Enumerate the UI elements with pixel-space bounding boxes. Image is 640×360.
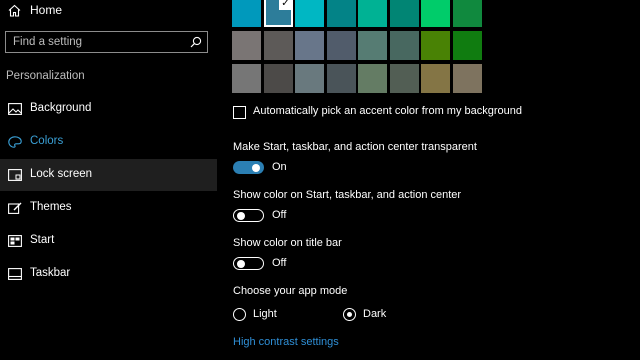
app-mode-label: Choose your app mode: [233, 285, 348, 297]
show-color-title-label: Show color on title bar: [233, 237, 342, 249]
color-swatch[interactable]: [389, 31, 419, 60]
start-icon: [8, 235, 22, 247]
home-link[interactable]: Home: [0, 0, 217, 22]
palette-icon: [8, 136, 22, 148]
checkmark-icon: ✓: [278, 0, 293, 10]
app-mode-light-label: Light: [253, 308, 277, 320]
app-mode-dark-label: Dark: [363, 308, 387, 320]
sidebar-item-label: Taskbar: [30, 267, 71, 279]
app-mode-light-radio[interactable]: [233, 308, 246, 321]
color-swatch[interactable]: [452, 31, 482, 60]
taskbar-icon: [8, 268, 22, 280]
show-color-start-toggle[interactable]: [233, 209, 264, 222]
sidebar-item-themes[interactable]: Themes: [0, 192, 217, 224]
sidebar-item-label: Background: [30, 102, 92, 114]
color-swatch[interactable]: [358, 31, 387, 60]
sidebar: Home Personalization Background Colors L…: [0, 0, 217, 360]
home-label: Home: [30, 3, 63, 17]
color-swatch[interactable]: [421, 0, 450, 27]
color-swatch[interactable]: [295, 64, 324, 93]
toggle-knob: [237, 211, 245, 220]
color-swatch[interactable]: [326, 0, 356, 27]
sidebar-item-label: Start: [30, 234, 55, 246]
color-swatch[interactable]: [452, 64, 482, 93]
sidebar-item-label: Lock screen: [30, 168, 93, 180]
sidebar-item-colors[interactable]: Colors: [0, 126, 217, 158]
home-icon: [8, 4, 21, 17]
toggle-knob: [252, 164, 260, 172]
show-color-start-state: Off: [272, 209, 287, 221]
toggle-knob: [237, 259, 245, 268]
search-input[interactable]: [13, 34, 183, 50]
color-swatch[interactable]: [263, 64, 293, 93]
show-color-title-state: Off: [272, 257, 287, 269]
sidebar-item-label: Themes: [30, 201, 72, 213]
search-icon[interactable]: [190, 36, 202, 48]
color-swatch[interactable]: [452, 0, 482, 27]
sidebar-item-lock-screen[interactable]: Lock screen: [0, 159, 217, 191]
color-swatch[interactable]: [358, 0, 387, 27]
color-swatch[interactable]: [326, 64, 356, 93]
sidebar-item-start[interactable]: Start: [0, 225, 217, 257]
auto-pick-accent-checkbox[interactable]: [233, 106, 246, 119]
sidebar-item-taskbar[interactable]: Taskbar: [0, 258, 217, 290]
color-swatch[interactable]: [421, 64, 450, 93]
color-swatch[interactable]: [232, 31, 261, 60]
transparency-state: On: [272, 161, 287, 173]
image-icon: [8, 103, 22, 115]
transparency-label: Make Start, taskbar, and action center t…: [233, 141, 477, 153]
search-box[interactable]: [5, 31, 208, 53]
color-swatch[interactable]: ✓: [263, 0, 293, 27]
color-swatch[interactable]: [389, 0, 419, 27]
color-swatch[interactable]: [263, 31, 293, 60]
color-swatch[interactable]: [326, 31, 356, 60]
transparency-toggle[interactable]: [233, 161, 264, 174]
themes-icon: [8, 202, 22, 214]
color-swatch[interactable]: [295, 31, 324, 60]
sidebar-item-background[interactable]: Background: [0, 93, 217, 125]
color-swatch[interactable]: [295, 0, 324, 27]
auto-pick-accent-label: Automatically pick an accent color from …: [253, 105, 523, 117]
color-swatch[interactable]: [358, 64, 387, 93]
show-color-title-toggle[interactable]: [233, 257, 264, 270]
main-content: ✓ Automatically pick an accent color fro…: [217, 0, 640, 360]
lock-screen-icon: [8, 169, 22, 181]
section-title: Personalization: [6, 70, 85, 82]
high-contrast-settings-link[interactable]: High contrast settings: [233, 336, 339, 348]
color-swatch[interactable]: [232, 64, 261, 93]
color-swatch[interactable]: [232, 0, 261, 27]
color-swatch[interactable]: [421, 31, 450, 60]
app-mode-dark-radio[interactable]: [343, 308, 356, 321]
sidebar-item-label: Colors: [30, 135, 64, 147]
color-swatch[interactable]: [389, 64, 419, 93]
show-color-start-label: Show color on Start, taskbar, and action…: [233, 189, 462, 201]
